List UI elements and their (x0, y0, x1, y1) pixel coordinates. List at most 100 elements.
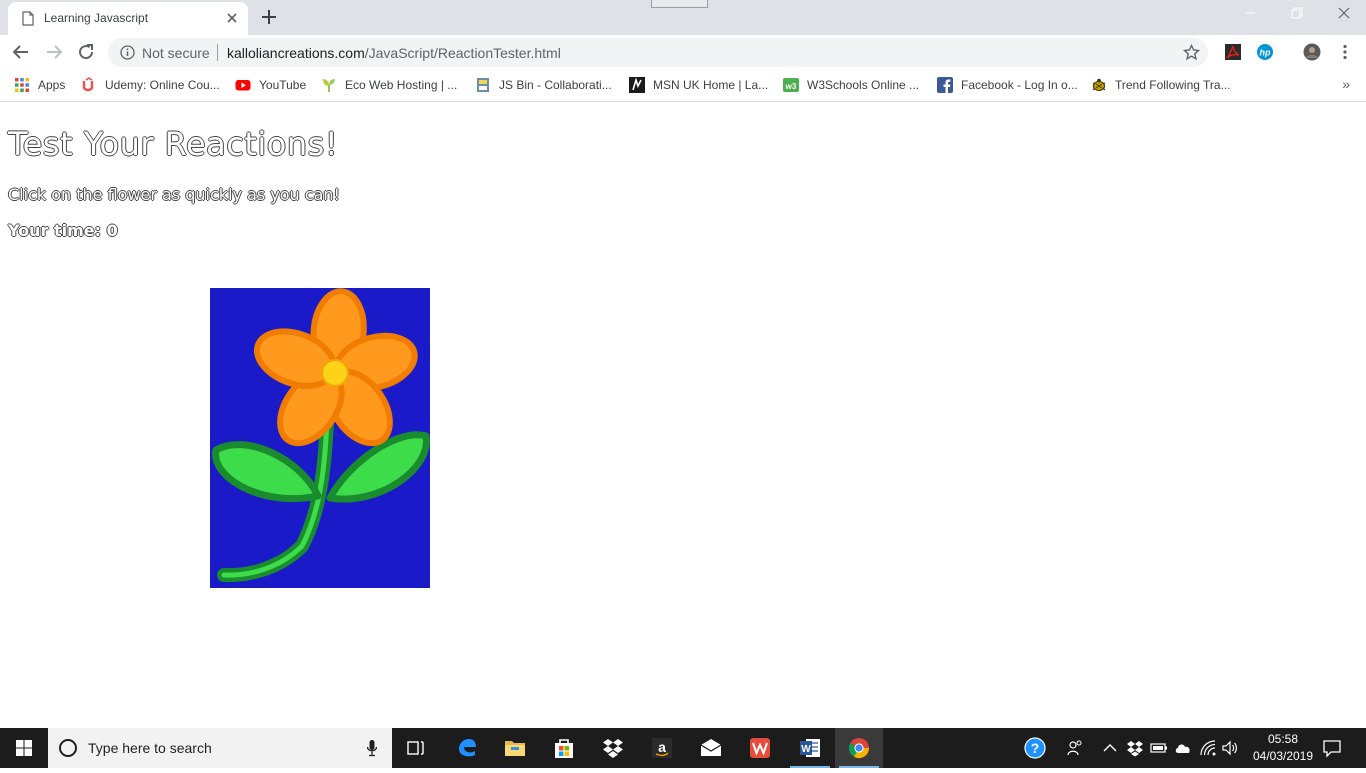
store-button[interactable] (540, 728, 588, 768)
tab-strip: Learning Javascript (0, 0, 1366, 35)
bookmark-label: Apps (38, 78, 66, 92)
folder-icon (505, 741, 525, 756)
page-title: Test Your Reactions! (8, 125, 339, 163)
bookmark-apps[interactable]: Apps (14, 76, 65, 94)
url-host: kalloliancreations.com (227, 45, 365, 61)
address-separator (217, 44, 218, 61)
document-icon (22, 11, 34, 26)
battery-icon[interactable] (1150, 739, 1168, 757)
jsbin-icon (477, 78, 489, 92)
tab-title: Learning Javascript (44, 11, 149, 25)
cortana-circle-icon (59, 739, 77, 757)
mail-button[interactable] (687, 728, 735, 768)
info-icon[interactable] (120, 45, 135, 60)
close-window-icon[interactable] (1337, 6, 1351, 20)
restore-icon[interactable] (1290, 6, 1304, 20)
browser-toolbar: Not secure kalloliancreations.com/JavaSc… (0, 35, 1366, 69)
bookmarks-bar: Apps Udemy: Online Cou... YouTube Eco We… (0, 69, 1366, 102)
svg-text:a: a (658, 739, 666, 755)
security-status[interactable]: Not secure (142, 45, 210, 61)
svg-text:W: W (801, 744, 811, 755)
new-tab-icon[interactable] (260, 8, 278, 26)
window-drag-handle[interactable] (651, 0, 708, 8)
msn-icon (629, 77, 645, 93)
amazon-button[interactable]: a (638, 728, 686, 768)
wps-office-button[interactable] (736, 728, 784, 768)
task-view-icon (407, 741, 424, 755)
web-page: Test Your Reactions! Click on the flower… (0, 103, 1366, 728)
edge-button[interactable] (443, 728, 491, 768)
minimize-icon[interactable] (1243, 6, 1257, 20)
chrome-button[interactable] (835, 728, 883, 768)
reaction-time-readout: Your time: 0 (8, 221, 118, 240)
notification-center-icon[interactable] (1322, 738, 1342, 758)
instructions-text: Click on the flower as quickly as you ca… (8, 185, 340, 204)
menu-kebab-icon[interactable] (1336, 43, 1354, 61)
bookmark-facebook[interactable]: Facebook - Log In o... (937, 76, 1078, 94)
chrome-icon (848, 738, 870, 759)
amazon-icon: a (652, 738, 672, 758)
onedrive-cloud-icon[interactable] (1174, 739, 1192, 757)
bookmark-w3schools[interactable]: w3 W3Schools Online ... (783, 76, 919, 94)
microphone-icon[interactable] (366, 739, 378, 757)
more-bookmarks-chevron-icon[interactable]: » (1342, 76, 1350, 92)
task-view-button[interactable] (392, 728, 440, 768)
help-question-icon[interactable]: ? (1024, 737, 1046, 759)
bookmark-label: Eco Web Hosting | ... (345, 78, 458, 92)
acrobat-extension-icon[interactable] (1224, 43, 1242, 61)
bookmark-label: JS Bin - Collaborati... (499, 78, 612, 92)
dropbox-button[interactable] (589, 728, 637, 768)
apps-grid-icon (15, 78, 29, 92)
flower-target-image[interactable] (210, 288, 430, 588)
start-button[interactable] (0, 728, 48, 768)
people-icon[interactable] (1066, 739, 1084, 757)
edge-icon (459, 739, 476, 757)
svg-text:hp: hp (1260, 48, 1271, 58)
word-button[interactable]: W (786, 728, 834, 768)
mail-envelope-icon (700, 739, 722, 756)
bookmark-youtube[interactable]: YouTube (235, 76, 306, 94)
profile-avatar-icon[interactable] (1303, 43, 1321, 61)
system-clock[interactable]: 05:58 04/03/2019 (1250, 731, 1316, 765)
back-arrow-icon[interactable] (12, 43, 30, 61)
close-tab-icon[interactable] (224, 10, 240, 26)
bookmark-js-bin[interactable]: JS Bin - Collaborati... (475, 76, 612, 94)
bookmark-star-icon[interactable] (1183, 44, 1200, 61)
facebook-icon (937, 77, 953, 93)
store-bag-icon (555, 739, 573, 758)
bookmark-label: MSN UK Home | La... (653, 78, 769, 92)
windows-taskbar: Type here to search a W ? 05:58 04/03/20… (0, 728, 1366, 768)
file-explorer-button[interactable] (491, 728, 539, 768)
eco-leaf-icon (323, 79, 335, 92)
taskbar-search-box[interactable]: Type here to search (48, 728, 392, 768)
chevron-up-icon[interactable] (1101, 739, 1119, 757)
url-text[interactable]: kalloliancreations.com/JavaScript/Reacti… (227, 45, 561, 61)
forward-arrow-icon[interactable] (45, 43, 63, 61)
wps-icon (750, 738, 770, 758)
dropbox-tray-icon[interactable] (1126, 739, 1144, 757)
volume-icon[interactable] (1221, 739, 1239, 757)
svg-text:w3: w3 (785, 82, 797, 91)
bookmark-label: Trend Following Tra... (1115, 78, 1231, 92)
bookmark-label: Facebook - Log In o... (961, 78, 1078, 92)
browser-tab[interactable]: Learning Javascript (8, 2, 248, 35)
search-placeholder: Type here to search (88, 740, 212, 756)
bookmark-trend-following[interactable]: Trend Following Tra... (1091, 76, 1231, 94)
w3schools-icon: w3 (783, 78, 799, 92)
wifi-icon[interactable] (1199, 739, 1217, 757)
clock-time: 05:58 (1267, 732, 1299, 746)
word-icon: W (800, 739, 820, 757)
windows-logo-icon (16, 740, 32, 756)
bookmark-eco-web-hosting[interactable]: Eco Web Hosting | ... (321, 76, 457, 94)
turtle-icon (1092, 78, 1106, 91)
reload-icon[interactable] (77, 43, 95, 61)
youtube-icon (235, 80, 251, 91)
udemy-icon (82, 77, 94, 92)
hp-extension-icon[interactable]: hp (1256, 43, 1274, 61)
bookmark-label: Udemy: Online Cou... (105, 78, 220, 92)
bookmark-udemy[interactable]: Udemy: Online Cou... (81, 76, 220, 94)
address-bar[interactable]: Not secure kalloliancreations.com/JavaSc… (108, 38, 1208, 67)
url-path: /JavaScript/ReactionTester.html (364, 45, 561, 61)
bookmark-msn[interactable]: MSN UK Home | La... (629, 76, 768, 94)
bookmark-label: W3Schools Online ... (807, 78, 920, 92)
